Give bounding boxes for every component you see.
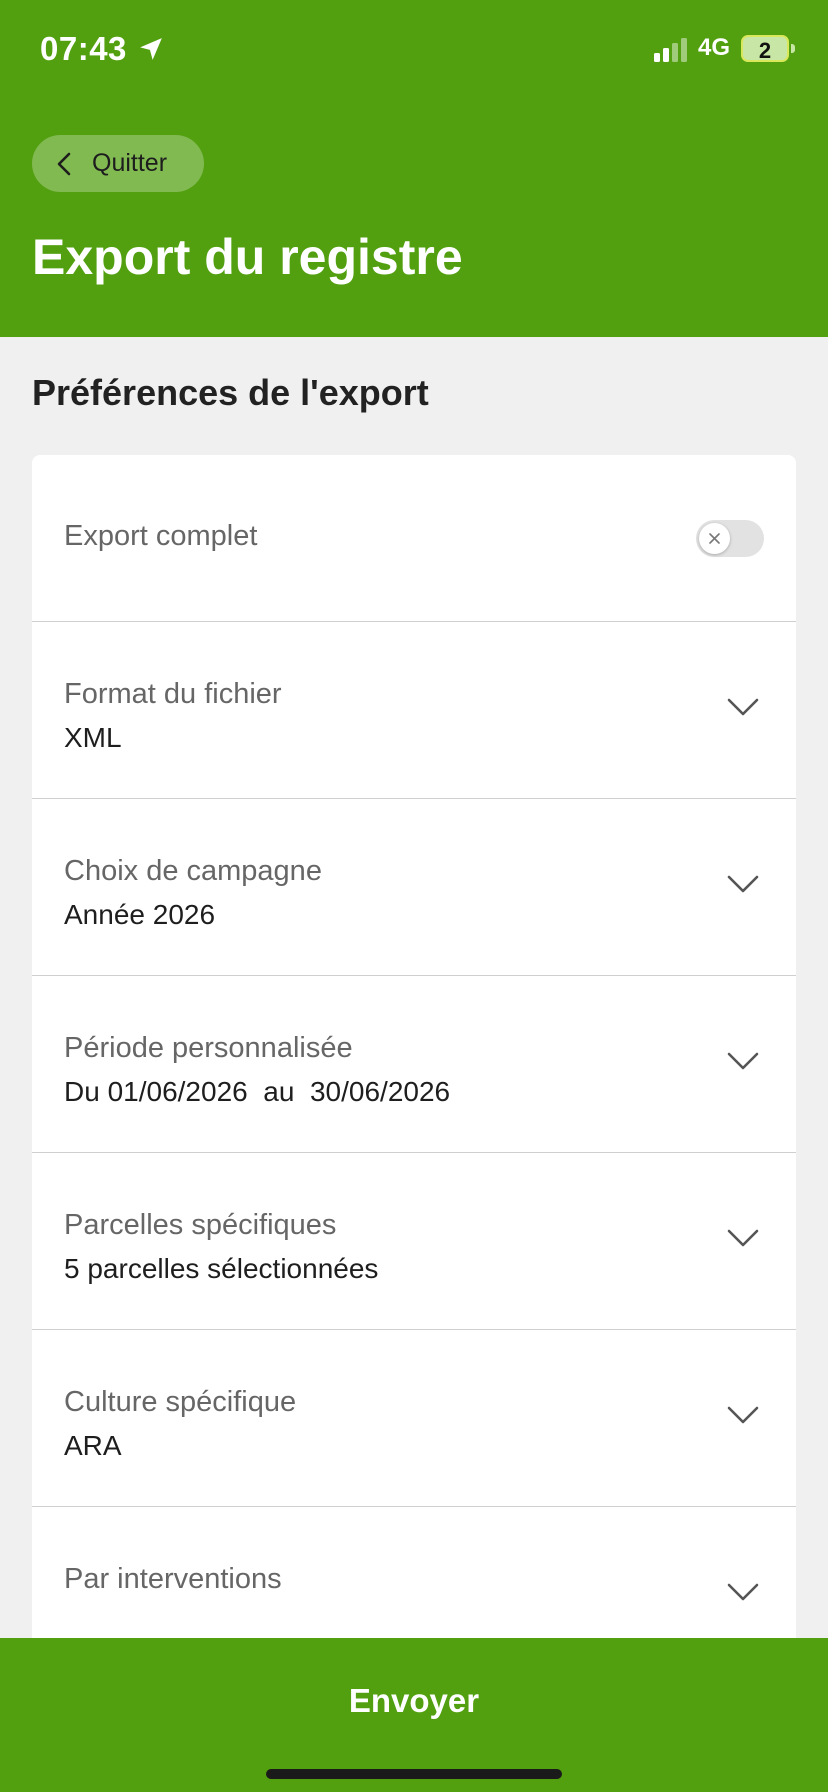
field-value: XML <box>64 722 122 753</box>
field-label: Choix de campagne <box>64 855 322 887</box>
status-time: 07:43 <box>40 30 127 67</box>
battery-tip <box>791 44 795 53</box>
app-header: 07:43 4G 2 Quitter Export du registre <box>0 0 828 337</box>
battery-icon: 2 <box>741 35 789 63</box>
field-label: Parcelles spécifiques <box>64 1209 337 1241</box>
custom-period-select[interactable]: Période personnalisée Du 01/06/2026 au 3… <box>32 976 796 1153</box>
chevron-down-icon <box>727 1052 759 1070</box>
quit-button-label: Quitter <box>92 149 168 177</box>
field-label: Période personnalisée <box>64 1032 353 1064</box>
page-title: Export du registre <box>32 229 463 285</box>
export-complet-label: Export complet <box>64 520 258 552</box>
chevron-down-icon <box>727 1406 759 1424</box>
chevron-left-icon <box>57 152 71 175</box>
field-value: 5 parcelles sélectionnées <box>64 1253 379 1284</box>
field-value: Année 2026 <box>64 899 216 930</box>
status-bar: 07:43 4G 2 <box>0 0 828 100</box>
chevron-down-icon <box>727 1583 759 1601</box>
send-button-label: Envoyer <box>348 1682 480 1719</box>
specific-plots-select[interactable]: Parcelles spécifiques 5 parcelles sélect… <box>32 1153 796 1330</box>
field-value: ARA <box>64 1430 122 1461</box>
chevron-down-icon <box>727 698 759 716</box>
quit-button[interactable]: Quitter <box>32 135 204 192</box>
network-type: 4G <box>698 34 731 61</box>
signal-strength-icon <box>654 38 687 62</box>
specific-crop-select[interactable]: Culture spécifique ARA <box>32 1330 796 1507</box>
chevron-down-icon <box>727 1229 759 1247</box>
field-label: Culture spécifique <box>64 1386 297 1418</box>
export-preferences-card: Export complet Format du fichier XML Cho… <box>32 455 796 1705</box>
section-title: Préférences de l'export <box>32 372 429 413</box>
file-format-select[interactable]: Format du fichier XML <box>32 622 796 799</box>
home-indicator <box>266 1769 562 1779</box>
campaign-select[interactable]: Choix de campagne Année 2026 <box>32 799 796 976</box>
toggle-knob <box>699 523 730 554</box>
field-value: Du 01/06/2026 au 30/06/2026 <box>64 1076 451 1107</box>
field-label: Format du fichier <box>64 678 282 710</box>
location-arrow-icon <box>140 38 162 60</box>
field-label: Par interventions <box>64 1563 282 1595</box>
export-complet-row: Export complet <box>32 455 796 622</box>
export-complet-toggle[interactable] <box>696 520 764 557</box>
close-icon <box>709 533 720 544</box>
chevron-down-icon <box>727 875 759 893</box>
